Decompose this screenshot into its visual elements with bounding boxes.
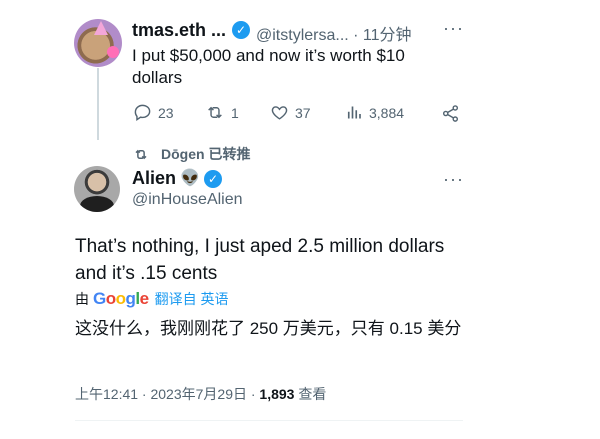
translated-from-link[interactable]: 翻译自 英语 [155, 289, 229, 309]
verified-badge-icon: ✓ [204, 170, 222, 188]
heart-icon [271, 106, 288, 120]
divider [75, 420, 463, 421]
tweet-text: That’s nothing, I just aped 2.5 million … [75, 236, 445, 284]
timestamp[interactable]: 上午12:41 · 2023年7月29日 · [75, 386, 256, 402]
translation-attribution: 由 Google 翻译自 英语 [75, 289, 229, 309]
retweeted-by-row[interactable]: Dōgen 已转推 [133, 144, 250, 164]
views-label: 查看 [298, 386, 327, 402]
share-button[interactable] [441, 104, 466, 123]
thread-connector-line [97, 68, 99, 140]
share-icon [442, 105, 459, 122]
more-options-icon[interactable]: ··· [443, 169, 464, 190]
like-button[interactable]: 37 [270, 103, 311, 122]
retweet-icon [208, 106, 222, 119]
reply-icon [134, 104, 151, 121]
google-logo: Google [93, 289, 149, 308]
tweet-text: I put $50,000 and now it’s worth $10 dol… [132, 46, 405, 87]
more-options-icon[interactable]: ··· [443, 18, 464, 39]
retweet-icon [135, 149, 147, 159]
reply-count: 23 [158, 104, 174, 121]
handle[interactable]: @itstylersa... [256, 27, 349, 44]
retweeted-by-label: Dōgen 已转推 [161, 146, 251, 162]
reply-button[interactable]: 23 [133, 103, 174, 122]
avatar[interactable] [74, 166, 120, 212]
bubblegum-graphic [107, 46, 119, 58]
translated-by-label: 由 [75, 291, 89, 307]
retweet-button[interactable]: 1 [205, 103, 239, 122]
retweet-count: 1 [231, 104, 239, 121]
like-count: 37 [295, 104, 311, 121]
handle[interactable]: @inHouseAlien [132, 191, 243, 209]
party-hat-graphic [94, 21, 108, 35]
translated-text: 这没什么，我刚刚花了 250 万美元，只有 0.15 美分 [75, 319, 462, 338]
view-count: 3,884 [369, 104, 405, 121]
views-button[interactable]: 3,884 [345, 103, 404, 122]
alien-emoji: 👽 [180, 170, 200, 187]
avatar-shirt-graphic [80, 196, 114, 212]
timestamp[interactable]: · 11分钟 [353, 27, 411, 44]
display-name[interactable]: tmas.eth ... [132, 20, 226, 41]
display-name[interactable]: Alien [132, 168, 176, 189]
view-count: 1,893 [259, 386, 295, 402]
avatar[interactable] [74, 19, 122, 67]
bar-chart-icon [347, 106, 361, 119]
tweet-handle-time[interactable]: @itstylersa... · 11分钟 [256, 21, 412, 45]
verified-badge-icon: ✓ [232, 21, 250, 39]
tweet-meta: 上午12:41 · 2023年7月29日 · 1,893 查看 [75, 384, 326, 404]
